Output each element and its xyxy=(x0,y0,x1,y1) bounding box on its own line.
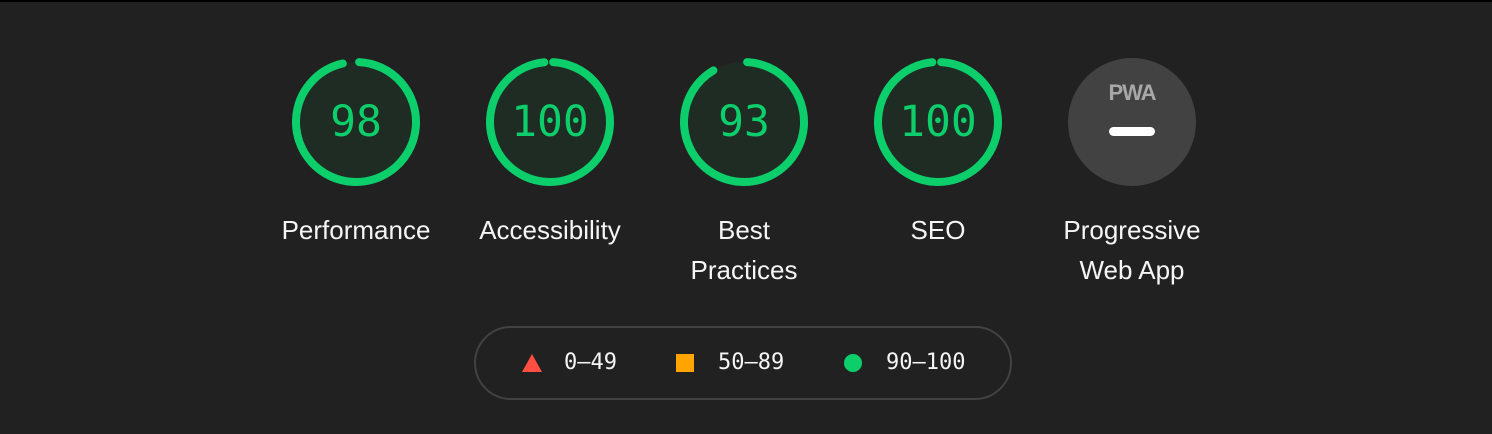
pwa-badge: PWA xyxy=(1068,58,1196,186)
best-practices-score: 93 xyxy=(718,97,770,147)
gauge-ring: 100 xyxy=(484,56,616,188)
legend-range-fail: 0–49 xyxy=(564,350,617,375)
legend-range-average: 50–89 xyxy=(718,350,785,375)
gauge-performance[interactable]: 98 Performance xyxy=(266,56,446,250)
accessibility-label: Accessibility xyxy=(479,215,621,245)
gauge-ring: 100 xyxy=(872,56,1004,188)
gauge-best-practices[interactable]: 93 Best Practices xyxy=(654,56,834,290)
gauge-pwa[interactable]: PWA Progressive Web App xyxy=(1042,56,1222,290)
gauge-seo[interactable]: 100 SEO xyxy=(848,56,1028,250)
gauge-ring: 93 xyxy=(678,56,810,188)
pwa-logo-icon: PWA xyxy=(1108,80,1156,105)
accessibility-score: 100 xyxy=(511,97,589,147)
seo-score: 100 xyxy=(899,97,977,147)
score-scale-legend: 0–49 50–89 90–100 xyxy=(474,326,1012,400)
performance-score: 98 xyxy=(330,97,382,147)
legend-range-pass: 90–100 xyxy=(886,350,966,375)
circle-pass-icon xyxy=(844,354,862,372)
seo-label: SEO xyxy=(910,215,966,245)
gauge-ring: PWA xyxy=(1066,56,1198,188)
pwa-not-applicable-dash-icon xyxy=(1109,127,1155,136)
square-average-icon xyxy=(676,354,694,372)
gauge-accessibility[interactable]: 100 Accessibility xyxy=(460,56,640,250)
performance-label: Performance xyxy=(281,215,431,245)
best-practices-label: Best Practices xyxy=(690,215,798,285)
gauge-ring: 98 xyxy=(290,56,422,188)
triangle-fail-icon xyxy=(522,354,542,372)
pwa-label: Progressive Web App xyxy=(1063,215,1201,285)
score-gauges: 98 Performance 100 Accessibility 93 Best… xyxy=(0,0,1492,300)
